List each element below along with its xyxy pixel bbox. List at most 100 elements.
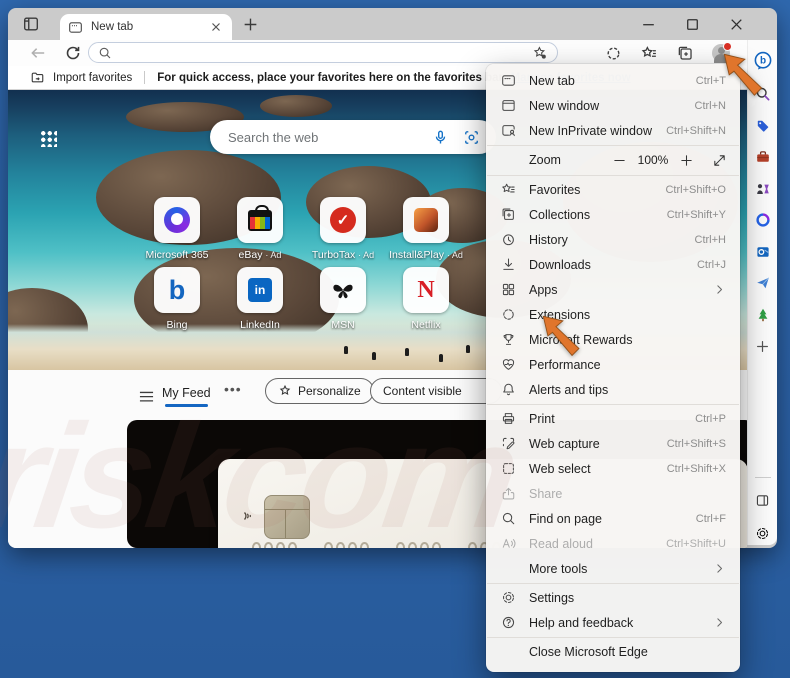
menu-item-close-microsoft-edge[interactable]: Close Microsoft Edge: [486, 639, 740, 664]
tile-label: Bing: [166, 319, 188, 331]
zoom-out-icon[interactable]: [612, 153, 627, 168]
menu-shortcut: Ctrl+J: [696, 258, 726, 271]
minimize-icon[interactable]: [640, 16, 657, 33]
menu-item-settings[interactable]: Settings: [486, 585, 740, 610]
voice-search-icon[interactable]: [432, 129, 449, 146]
callout-arrow-extensions: [542, 315, 580, 357]
menu-item-web-select[interactable]: Web select Ctrl+Shift+X: [486, 456, 740, 481]
menu-item-help-and-feedback[interactable]: Help and feedback: [486, 610, 740, 635]
tab-my-feed[interactable]: My Feed: [162, 386, 211, 407]
menu-divider: [487, 174, 739, 176]
sidebar-drop-icon[interactable]: [753, 274, 772, 293]
shortcut-tile-msn[interactable]: MSN: [320, 267, 366, 331]
new-tab-plus-icon[interactable]: [242, 16, 259, 33]
favorites-hint-text: For quick access, place your favorites h…: [157, 71, 506, 84]
menu-item-new-window[interactable]: New window Ctrl+N: [486, 93, 740, 118]
sidebar-games-icon[interactable]: [753, 179, 772, 198]
back-icon[interactable]: [29, 44, 47, 62]
extensions-hub-icon[interactable]: [603, 43, 623, 63]
menu-item-collections[interactable]: Collections Ctrl+Shift+Y: [486, 202, 740, 227]
menu-item-new-inprivate-window[interactable]: New InPrivate window Ctrl+Shift+N: [486, 118, 740, 143]
shortcut-tile-bing[interactable]: b Bing: [154, 267, 200, 331]
edge-menu: New tab Ctrl+T New window Ctrl+N New InPriva…: [486, 64, 740, 672]
shortcut-tile-ebay[interactable]: eBay · Ad: [237, 197, 283, 261]
find-icon: [500, 511, 516, 527]
menu-item-find-on-page[interactable]: Find on page Ctrl+F: [486, 506, 740, 531]
favorites-bar-icon[interactable]: [639, 43, 659, 63]
zoom-in-icon[interactable]: [679, 153, 694, 168]
visual-search-icon[interactable]: [463, 129, 480, 146]
menu-item-extensions[interactable]: Extensions: [486, 302, 740, 327]
browser-tab[interactable]: New tab: [60, 14, 232, 40]
shortcut-tile-turbotax[interactable]: ✓ TurboTax · Ad: [312, 197, 374, 261]
web-select-icon: [500, 461, 516, 477]
menu-item-print[interactable]: Print Ctrl+P: [486, 406, 740, 431]
menu-item-label: Downloads: [529, 257, 591, 272]
sidebar-outlook-icon[interactable]: [753, 242, 772, 261]
menu-item-history[interactable]: History Ctrl+H: [486, 227, 740, 252]
collections-icon[interactable]: [675, 43, 695, 63]
address-bar-input[interactable]: [119, 44, 532, 61]
fullscreen-icon[interactable]: [712, 153, 726, 167]
menu-item-performance[interactable]: Performance: [486, 352, 740, 377]
maximize-icon[interactable]: [684, 16, 701, 33]
shortcut-tile-linkedin[interactable]: in LinkedIn: [237, 267, 283, 331]
menu-item-web-capture[interactable]: Web capture Ctrl+Shift+S: [486, 431, 740, 456]
zoom-value: 100%: [637, 153, 669, 167]
sidebar-panel-icon[interactable]: [753, 491, 772, 510]
menu-item-share: Share: [486, 481, 740, 506]
feed-more-icon[interactable]: •••: [224, 381, 242, 397]
penguin: [405, 348, 409, 356]
feed-menu-icon[interactable]: [139, 389, 154, 402]
menu-shortcut: Ctrl+N: [694, 99, 726, 112]
sidebar-microsoft-365-icon[interactable]: [753, 211, 772, 230]
address-bar[interactable]: [88, 42, 558, 63]
tab-title: New tab: [91, 21, 134, 33]
new-window-icon: [500, 98, 516, 114]
workspaces-icon[interactable]: [22, 15, 40, 33]
refresh-icon[interactable]: [64, 44, 82, 62]
menu-divider: [487, 582, 739, 584]
shortcut-tile-install-play[interactable]: Install&Play · Ad: [389, 197, 463, 261]
shortcut-tile-netflix[interactable]: N Netflix: [403, 267, 449, 331]
add-favorite-icon[interactable]: [532, 45, 548, 61]
import-favorites-button[interactable]: Import favorites: [53, 72, 132, 84]
menu-item-alerts-and-tips[interactable]: Alerts and tips: [486, 377, 740, 402]
sidebar-tree-icon[interactable]: [753, 305, 772, 324]
personalize-button[interactable]: Personalize: [265, 378, 374, 404]
tile-row-1: Microsoft 365 eBay · Ad ✓ TurboTax · Ad Inst…: [145, 197, 463, 261]
menu-item-downloads[interactable]: Downloads Ctrl+J: [486, 252, 740, 277]
tile-label: Microsoft 365: [145, 249, 209, 261]
sidebar-settings-icon[interactable]: [753, 524, 772, 543]
menu-item-new-tab[interactable]: New tab Ctrl+T: [486, 68, 740, 93]
bing-icon: b: [154, 267, 200, 313]
tile-label: LinkedIn: [240, 319, 280, 331]
menu-item-label: History: [529, 232, 568, 247]
close-icon[interactable]: [728, 16, 745, 33]
sidebar-toolbox-icon[interactable]: [753, 148, 772, 167]
sidebar-add-icon[interactable]: [753, 337, 772, 356]
web-search-input[interactable]: [226, 128, 418, 146]
web-search-box[interactable]: [210, 120, 496, 154]
callout-arrow-more-button: [723, 53, 763, 96]
menu-shortcut: Ctrl+F: [695, 512, 726, 525]
tab-close-icon[interactable]: [208, 19, 224, 35]
content-visible-button[interactable]: Content visible: [370, 378, 502, 404]
shortcut-tile-microsoft-365[interactable]: Microsoft 365: [145, 197, 209, 261]
sidebar-shopping-icon[interactable]: [753, 116, 772, 135]
menu-shortcut: Ctrl+Shift+U: [666, 537, 726, 550]
app-launcher-icon[interactable]: [40, 130, 57, 147]
menu-item-label: Apps: [529, 282, 558, 297]
menu-item-more-tools[interactable]: More tools: [486, 556, 740, 581]
new-tab-icon: [500, 73, 516, 89]
chevron-right-icon: [713, 283, 726, 296]
alerts-icon: [500, 382, 516, 398]
menu-item-apps[interactable]: Apps: [486, 277, 740, 302]
import-favorites-icon: [30, 70, 45, 85]
address-search-icon: [98, 46, 112, 60]
tile-label: eBay: [238, 249, 263, 261]
no-icon: [500, 644, 516, 660]
contactless-icon: [242, 507, 258, 525]
menu-item-microsoft-rewards[interactable]: Microsoft Rewards: [486, 327, 740, 352]
menu-item-favorites[interactable]: Favorites Ctrl+Shift+O: [486, 177, 740, 202]
